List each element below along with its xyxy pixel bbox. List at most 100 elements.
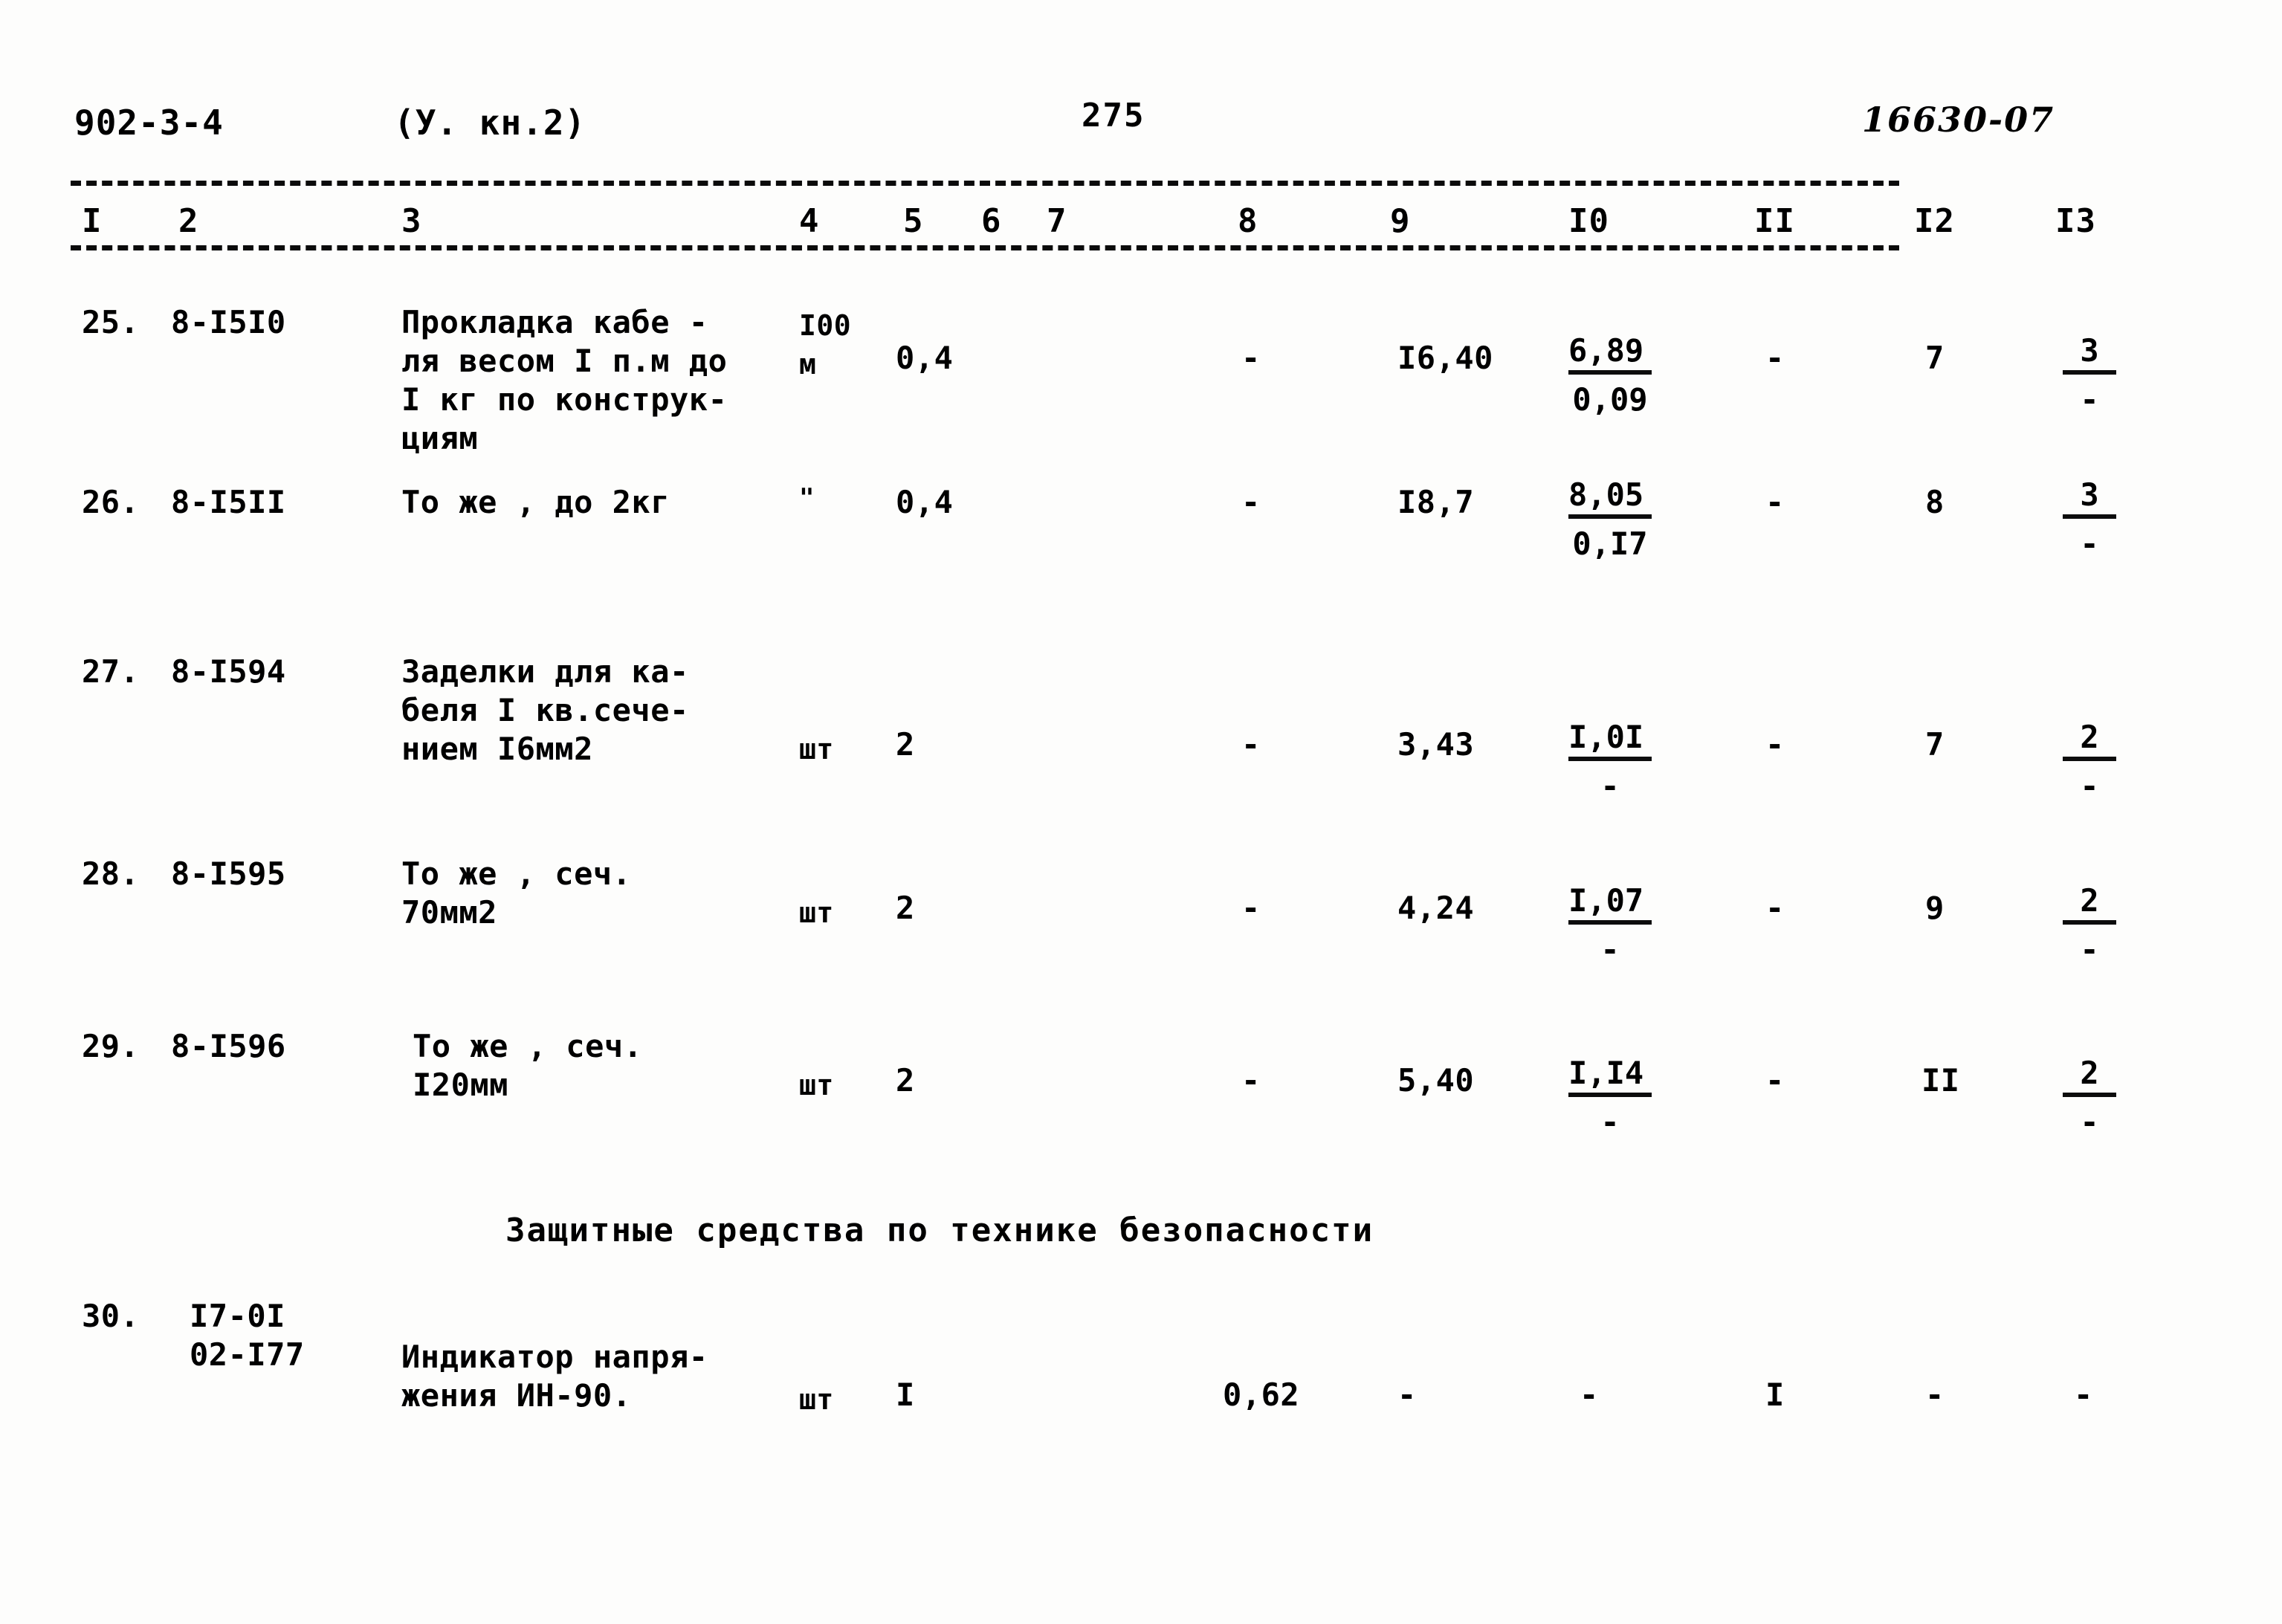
column-header-8: 8 bbox=[1238, 202, 1258, 240]
row-code: 8-I5I0 bbox=[171, 304, 286, 340]
row-col10-numerator: I,07 bbox=[1568, 883, 1652, 925]
column-header-13: I3 bbox=[2055, 202, 2096, 240]
row-col8: 0,62 bbox=[1223, 1376, 1300, 1413]
row-col11: - bbox=[1765, 890, 1785, 926]
column-header-7: 7 bbox=[1047, 202, 1067, 240]
row-col13-numerator: 3 bbox=[2063, 333, 2116, 375]
section-heading: Защитные средства по технике безопасност… bbox=[505, 1211, 1374, 1249]
row-description: Заделки для ка- беля I кв.сече- нием I6м… bbox=[401, 653, 689, 767]
row-col13-numerator: 2 bbox=[2063, 719, 2116, 761]
table-column-headers: I 2 3 4 5 6 7 8 9 I0 II I2 I3 bbox=[0, 202, 2282, 247]
row-col10-denominator: 0,09 bbox=[1572, 381, 1648, 418]
row-number: 28. bbox=[82, 855, 140, 892]
row-col12: - bbox=[1925, 1376, 1945, 1413]
column-header-1: I bbox=[82, 202, 103, 240]
row-col9: 3,43 bbox=[1397, 726, 1475, 763]
row-col10-numerator: I,0I bbox=[1568, 719, 1652, 761]
row-col8: - bbox=[1241, 890, 1261, 926]
row-description: Индикатор напря- жения ИН-90. bbox=[401, 1339, 708, 1414]
row-col11: - bbox=[1765, 726, 1785, 763]
row-code: I7-0I 02-I77 bbox=[190, 1298, 305, 1373]
row-col11: - bbox=[1765, 484, 1785, 520]
row-col4: 2 bbox=[896, 1062, 915, 1099]
row-description: То же , сеч. I20мм bbox=[413, 1028, 643, 1103]
column-header-10: I0 bbox=[1568, 202, 1609, 240]
document-number: 902-3-4 bbox=[74, 103, 224, 143]
row-col13-denominator: - bbox=[2080, 525, 2099, 562]
row-code: 8-I595 bbox=[171, 855, 286, 892]
row-number: 27. bbox=[82, 653, 140, 690]
table-top-rule bbox=[71, 181, 1899, 186]
row-col10-fraction: 8,05 0,I7 bbox=[1568, 477, 1652, 566]
row-number: 26. bbox=[82, 484, 140, 520]
archive-number: 16630-07 bbox=[1862, 100, 2055, 140]
row-col13-denominator: - bbox=[2080, 1104, 2099, 1140]
page-number: 275 bbox=[1082, 97, 1145, 135]
row-col4: 2 bbox=[896, 890, 915, 926]
row-col12: 8 bbox=[1925, 484, 1945, 520]
row-col12: 7 bbox=[1925, 726, 1945, 763]
row-description: Прокладка кабе - ля весом I п.м до I кг … bbox=[401, 304, 728, 456]
row-col11: I bbox=[1765, 1376, 1785, 1413]
row-number: 25. bbox=[82, 304, 140, 340]
row-description: То же , сеч. 70мм2 bbox=[401, 855, 632, 931]
row-col10-fraction: I,I4 - bbox=[1568, 1055, 1652, 1145]
row-code: 8-I594 bbox=[171, 653, 286, 690]
row-col13-numerator: 3 bbox=[2063, 477, 2116, 519]
row-col10-numerator: 6,89 bbox=[1568, 333, 1652, 375]
column-header-11: II bbox=[1754, 202, 1795, 240]
row-col13-denominator: - bbox=[2080, 931, 2099, 968]
row-col13-fraction: 3 - bbox=[2063, 333, 2116, 422]
page-header: 902-3-4 (У. кн.2) 275 16630-07 bbox=[0, 97, 2282, 155]
row-col4: 0,4 bbox=[896, 340, 954, 376]
row-col11: - bbox=[1765, 340, 1785, 376]
row-col10-denominator: - bbox=[1600, 768, 1620, 804]
row-col13-numerator: 2 bbox=[2063, 1055, 2116, 1097]
column-header-5: 5 bbox=[903, 202, 924, 240]
row-col12: 9 bbox=[1925, 890, 1945, 926]
row-col13-fraction: 2 - bbox=[2063, 719, 2116, 809]
row-unit: шт bbox=[799, 896, 834, 929]
column-header-6: 6 bbox=[981, 202, 1002, 240]
row-description: То же , до 2кг bbox=[401, 484, 670, 520]
document-page: 902-3-4 (У. кн.2) 275 16630-07 I 2 3 4 5… bbox=[0, 0, 2282, 1624]
column-header-4: 4 bbox=[799, 202, 820, 240]
row-col11: - bbox=[1765, 1062, 1785, 1099]
row-col8: - bbox=[1241, 484, 1261, 520]
row-col8: - bbox=[1241, 726, 1261, 763]
row-col10-numerator: I,I4 bbox=[1568, 1055, 1652, 1097]
row-col13-denominator: - bbox=[2080, 381, 2099, 418]
row-col10: - bbox=[1580, 1376, 1599, 1413]
row-col13: - bbox=[2074, 1376, 2093, 1413]
row-number: 30. bbox=[82, 1298, 140, 1334]
row-col8: - bbox=[1241, 340, 1261, 376]
row-col9: I6,40 bbox=[1397, 340, 1493, 376]
column-header-2: 2 bbox=[178, 202, 199, 240]
column-header-3: 3 bbox=[401, 202, 422, 240]
row-code: 8-I5II bbox=[171, 484, 286, 520]
row-unit: шт bbox=[799, 733, 834, 766]
row-col4: 2 bbox=[896, 726, 915, 763]
row-unit: шт bbox=[799, 1383, 834, 1416]
row-unit: шт bbox=[799, 1069, 834, 1101]
row-col4: I bbox=[896, 1376, 915, 1413]
volume-note: (У. кн.2) bbox=[394, 103, 586, 143]
row-col10-fraction: I,07 - bbox=[1568, 883, 1652, 972]
row-col9: 4,24 bbox=[1397, 890, 1475, 926]
row-col8: - bbox=[1241, 1062, 1261, 1099]
row-unit: I00 м bbox=[799, 309, 852, 381]
column-header-12: I2 bbox=[1914, 202, 1955, 240]
row-col13-fraction: 2 - bbox=[2063, 883, 2116, 972]
row-col13-fraction: 3 - bbox=[2063, 477, 2116, 566]
row-col13-fraction: 2 - bbox=[2063, 1055, 2116, 1145]
row-col10-denominator: 0,I7 bbox=[1572, 525, 1648, 562]
row-col10-denominator: - bbox=[1600, 931, 1620, 968]
row-col13-numerator: 2 bbox=[2063, 883, 2116, 925]
row-unit: " bbox=[799, 483, 815, 513]
row-col9: I8,7 bbox=[1397, 484, 1475, 520]
column-header-9: 9 bbox=[1390, 202, 1411, 240]
row-col9: 5,40 bbox=[1397, 1062, 1475, 1099]
row-col12: 7 bbox=[1925, 340, 1945, 376]
row-col9: - bbox=[1397, 1376, 1417, 1413]
row-col13-denominator: - bbox=[2080, 768, 2099, 804]
